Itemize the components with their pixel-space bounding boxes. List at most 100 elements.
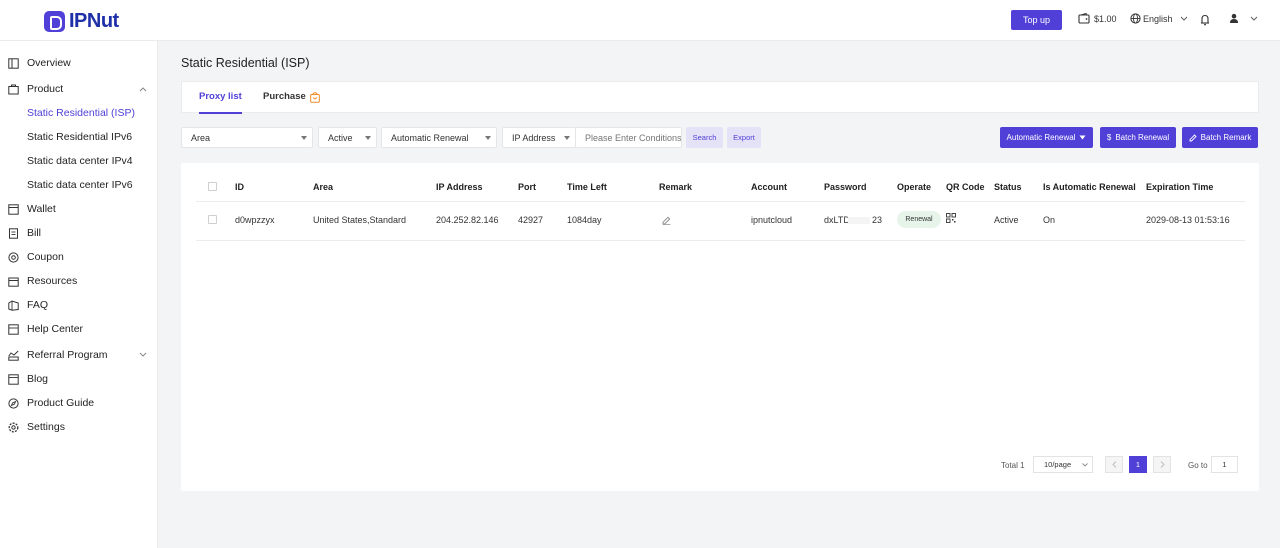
tab-purchase[interactable]: Purchase	[263, 91, 306, 102]
column-header-qr-code: QR Code	[946, 182, 985, 192]
row-checkbox[interactable]	[208, 215, 217, 224]
sidebar-item-settings[interactable]: Settings	[0, 417, 158, 437]
top-header: IPNut Top up $1.00 English	[0, 0, 1280, 41]
page-size-value: 10/page	[1044, 460, 1072, 469]
sidebar-sub-static-residential-ipv6[interactable]: Static Residential IPv6	[27, 129, 132, 145]
automatic-renewal-dropdown[interactable]: Automatic Renewal	[1000, 127, 1093, 148]
renewal-button[interactable]: Renewal	[897, 211, 941, 228]
sidebar-item-blog[interactable]: Blog	[0, 369, 158, 389]
qr-code-icon[interactable]	[946, 213, 956, 223]
dollar-icon: $	[1106, 133, 1112, 142]
sidebar-item-label: Referral Program	[27, 349, 108, 361]
caret-down-icon	[365, 136, 371, 140]
sidebar-item-wallet[interactable]: Wallet	[0, 199, 158, 219]
chevron-down-icon	[1082, 463, 1088, 467]
logo-text: IPNut	[69, 10, 119, 32]
logo[interactable]: IPNut	[44, 10, 119, 33]
sidebar-item-product-guide[interactable]: Product Guide	[0, 393, 158, 413]
chevron-right-icon	[1160, 461, 1165, 468]
row-id: d0wpzzyx	[235, 215, 275, 225]
blog-icon	[8, 373, 19, 385]
edit-remark-icon[interactable]	[662, 216, 671, 225]
bell-icon	[1201, 14, 1209, 26]
column-header-port: Port	[518, 182, 536, 192]
area-select-value: Area	[191, 132, 211, 143]
sidebar-sub-static-dc-ipv6[interactable]: Static data center IPv6	[27, 177, 133, 193]
sidebar-item-label: Blog	[27, 373, 49, 385]
search-button[interactable]: Search	[686, 127, 723, 148]
sidebar-item-label: Settings	[27, 421, 65, 433]
export-button[interactable]: Export	[727, 127, 761, 148]
area-select[interactable]: Area	[181, 127, 313, 148]
column-header-auto-renewal: Is Automatic Renewal	[1043, 182, 1136, 192]
search-field-select[interactable]: IP Address	[502, 127, 576, 148]
sidebar-item-coupon[interactable]: Coupon	[0, 247, 158, 267]
sidebar-item-label: FAQ	[27, 299, 49, 311]
status-select[interactable]: Active	[318, 127, 377, 148]
sidebar-item-label: Product	[27, 83, 64, 95]
language-selector[interactable]: English	[1130, 13, 1188, 24]
batch-remark-button[interactable]: Batch Remark	[1182, 127, 1258, 148]
password-mask	[848, 217, 870, 224]
batch-renewal-button[interactable]: $ Batch Renewal	[1100, 127, 1176, 148]
referral-icon	[8, 350, 19, 361]
column-header-status: Status	[994, 182, 1022, 192]
balance-display[interactable]: $1.00	[1078, 13, 1117, 24]
page-size-select[interactable]: 10/page	[1033, 456, 1093, 473]
sidebar-item-label: Overview	[27, 57, 71, 69]
sidebar-item-resources[interactable]: Resources	[0, 271, 158, 291]
automatic-renewal-label: Automatic Renewal	[1006, 133, 1076, 142]
user-icon	[1230, 13, 1238, 23]
chevron-up-icon	[139, 87, 147, 92]
renewal-select[interactable]: Automatic Renewal	[381, 127, 497, 148]
page-button-current[interactable]: 1	[1129, 456, 1147, 473]
top-up-button[interactable]: Top up	[1011, 10, 1062, 30]
wallet-icon	[1078, 13, 1090, 24]
select-all-checkbox[interactable]	[208, 182, 217, 191]
sidebar-item-referral[interactable]: Referral Program	[0, 345, 158, 365]
sidebar-item-faq[interactable]: FAQ	[0, 295, 158, 315]
caret-down-icon	[564, 136, 570, 140]
prev-page-button[interactable]	[1105, 456, 1123, 473]
sidebar-item-label: Help Center	[27, 323, 84, 335]
caret-down-icon	[301, 136, 307, 140]
conditions-input-wrapper	[575, 127, 682, 148]
column-header-account: Account	[751, 182, 787, 192]
table-divider	[196, 201, 1245, 202]
caret-down-icon	[485, 136, 491, 140]
faq-icon	[8, 299, 19, 311]
tab-proxy-list[interactable]: Proxy list	[199, 91, 242, 114]
column-header-ip: IP Address	[436, 182, 483, 192]
bill-icon	[9, 227, 18, 239]
sidebar-item-label: Wallet	[27, 203, 56, 215]
overview-icon	[8, 57, 19, 69]
sidebar-sub-static-residential-isp[interactable]: Static Residential (ISP)	[27, 105, 135, 121]
next-page-button[interactable]	[1153, 456, 1171, 473]
sidebar-item-label: Bill	[27, 227, 42, 239]
search-field-select-value: IP Address	[512, 132, 556, 143]
globe-icon	[1130, 13, 1141, 24]
conditions-input[interactable]	[585, 132, 681, 143]
column-header-password: Password	[824, 182, 867, 192]
user-menu[interactable]	[1229, 13, 1258, 24]
row-expiration: 2029-08-13 01:53:16	[1146, 215, 1230, 225]
goto-label: Go to	[1188, 461, 1208, 470]
sidebar-item-overview[interactable]: Overview	[0, 53, 158, 73]
sidebar-item-bill[interactable]: Bill	[0, 223, 158, 243]
status-select-value: Active	[328, 132, 353, 143]
row-password-end: 23	[872, 215, 883, 225]
gear-icon	[8, 422, 19, 432]
sidebar-sub-static-dc-ipv4[interactable]: Static data center IPv4	[27, 153, 133, 169]
notification-button[interactable]	[1200, 13, 1210, 31]
chevron-down-icon	[1180, 16, 1187, 21]
edit-icon	[1189, 133, 1197, 141]
row-status: Active	[994, 215, 1019, 225]
goto-page-input[interactable]: 1	[1211, 456, 1238, 473]
sidebar-item-product[interactable]: Product	[0, 79, 158, 99]
column-header-expiration: Expiration Time	[1146, 182, 1214, 192]
resources-icon	[8, 277, 19, 287]
sidebar-item-help-center[interactable]: Help Center	[0, 319, 158, 339]
wallet-icon	[8, 203, 19, 215]
column-header-remark: Remark	[659, 182, 693, 192]
proxy-table-card	[181, 163, 1259, 491]
